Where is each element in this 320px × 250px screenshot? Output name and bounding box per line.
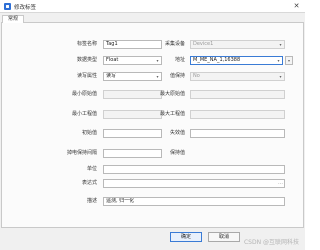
keep-value: No xyxy=(193,73,200,79)
deadband-label: 失效值 xyxy=(169,130,185,136)
tab-strip: 常规 xyxy=(1,14,304,24)
general-panel: 标签名称 Tag1 采集设备 Device1 ▾ 数据类型 Float ▾ 地址… xyxy=(1,23,304,228)
max-raw-label: 最大原始值 xyxy=(159,91,185,97)
ellipsis-icon[interactable]: … xyxy=(278,180,283,187)
chevron-down-icon: ▾ xyxy=(279,74,282,79)
hold-val-label: 保持值 xyxy=(169,150,185,156)
address-browse-button[interactable]: ▾ xyxy=(285,56,293,65)
dialog-footer: 确定 取消 CSDN @互联网科技 xyxy=(0,228,305,250)
ok-button[interactable]: 确定 xyxy=(170,232,202,242)
data-type-value: Float xyxy=(106,57,119,63)
max-raw-input[interactable] xyxy=(190,90,285,99)
keep-label: 值保持 xyxy=(169,73,185,79)
data-type-label: 数据类型 xyxy=(76,57,97,63)
max-eng-label: 最大工程值 xyxy=(159,111,185,117)
watermark: CSDN @互联网科技 xyxy=(243,239,299,246)
chevron-down-icon: ▾ xyxy=(277,58,280,63)
unit-input[interactable] xyxy=(103,165,285,174)
close-icon[interactable]: ✕ xyxy=(291,1,302,11)
hold-time-label: 掉电保持间隔 xyxy=(66,150,97,156)
tag-name-label: 标签名称 xyxy=(76,41,97,47)
chevron-down-icon: ▾ xyxy=(279,42,282,47)
edit-tag-dialog: 修改标签 ✕ 常规 标签名称 Tag1 采集设备 Device1 ▾ 数据类型 … xyxy=(0,0,305,250)
description-label: 描述 xyxy=(86,198,97,204)
address-label: 地址 xyxy=(174,57,185,63)
description-value: 遥测, 归一化 xyxy=(106,198,135,204)
unit-label: 单位 xyxy=(86,166,97,172)
expression-label: 表达式 xyxy=(81,180,97,186)
max-eng-input[interactable] xyxy=(190,110,285,119)
min-eng-label: 最小工程值 xyxy=(71,111,97,117)
expression-input[interactable]: … xyxy=(103,179,285,188)
rw-attr-label: 读写属性 xyxy=(76,73,97,79)
collect-device-label: 采集设备 xyxy=(164,41,185,47)
address-value: M_ME_NA_1,16388 xyxy=(193,57,241,63)
app-icon xyxy=(4,3,11,10)
description-input[interactable]: 遥测, 归一化 xyxy=(103,197,285,206)
collect-device-select[interactable]: Device1 ▾ xyxy=(190,40,285,49)
collect-device-value: Device1 xyxy=(193,41,214,47)
hold-val-field xyxy=(190,149,285,158)
window-title: 修改标签 xyxy=(14,5,37,11)
rw-attr-value: 读写 xyxy=(106,73,117,79)
keep-select[interactable]: No ▾ xyxy=(190,72,285,81)
tag-name-value: Tag1 xyxy=(106,41,118,47)
cancel-button[interactable]: 取消 xyxy=(208,232,240,242)
title-bar: 修改标签 ✕ xyxy=(0,0,305,13)
min-raw-label: 最小原始值 xyxy=(71,91,97,97)
address-input[interactable]: M_ME_NA_1,16388 ▾ xyxy=(190,56,283,65)
deadband-input[interactable] xyxy=(190,129,285,138)
init-val-label: 初始值 xyxy=(81,130,97,136)
